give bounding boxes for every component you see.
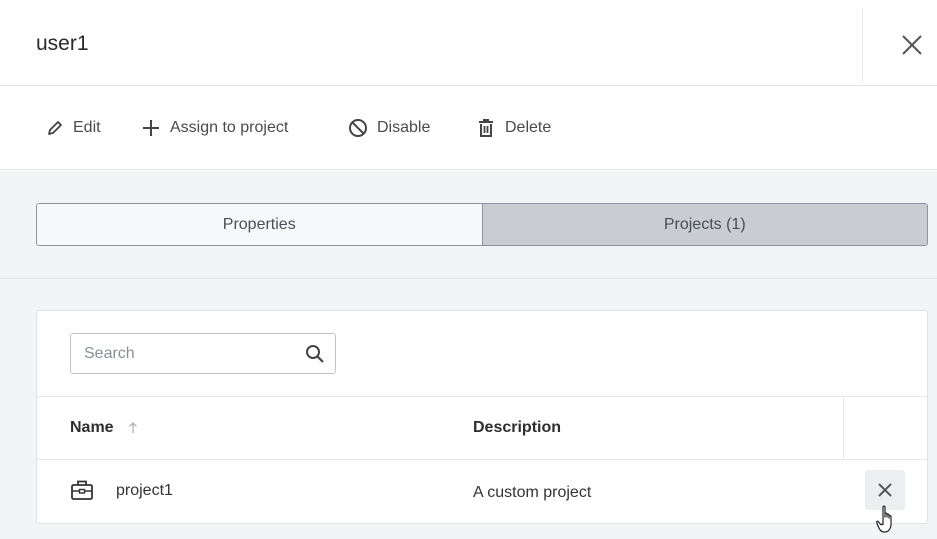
column-divider [843,397,844,460]
table-row[interactable]: project1 A custom project [37,460,927,523]
table-header: Name Description [37,396,927,460]
edit-button[interactable]: Edit [46,115,101,141]
close-icon [878,483,892,497]
tab-properties[interactable]: Properties [37,204,483,245]
close-icon [902,35,922,55]
briefcase-icon [71,480,93,500]
hand-cursor-icon [876,505,892,533]
projects-card: Name Description project1 A custom proje… [36,310,928,524]
disable-button[interactable]: Disable [348,115,430,141]
header-divider [862,8,863,82]
toolbar: Edit Assign to project Disable Delete [0,86,937,170]
pencil-icon [48,121,62,135]
search-icon[interactable] [305,344,325,364]
tab-projects[interactable]: Projects (1) [482,204,927,245]
edit-label: Edit [73,119,101,136]
page-title: user1 [36,32,89,55]
assign-to-project-button[interactable]: Assign to project [141,115,288,141]
project-description: A custom project [473,484,592,501]
plus-icon [143,120,159,136]
column-header-name[interactable]: Name [70,419,138,437]
remove-project-button[interactable] [865,470,905,510]
divider [0,278,937,279]
search-input[interactable] [71,334,291,373]
tab-bar: Properties Projects (1) [36,203,928,246]
delete-label: Delete [505,119,552,136]
assign-label: Assign to project [170,119,289,136]
close-button[interactable] [893,28,929,64]
sort-ascending-icon [128,422,137,433]
trash-icon [479,119,493,137]
project-name[interactable]: project1 [116,482,173,500]
column-header-description[interactable]: Description [473,419,561,437]
search-box [70,333,336,374]
column-name-label: Name [70,419,114,436]
panel-header: user1 [0,0,937,86]
disable-label: Disable [377,119,431,136]
ban-icon [349,119,367,137]
delete-button[interactable]: Delete [476,115,551,141]
